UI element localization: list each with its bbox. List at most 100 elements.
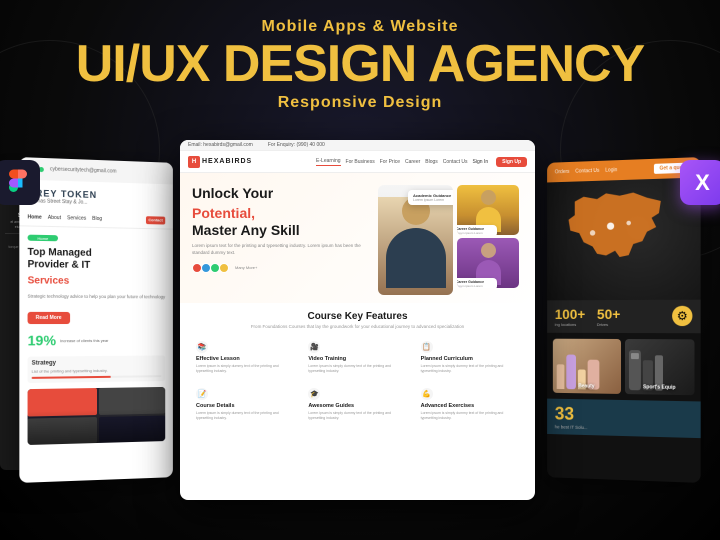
feature2-icon: 🎥 — [308, 341, 320, 353]
hero-img-yellow: Career Guidance Lorem ipsum Lorem — [457, 185, 519, 235]
hero-avatars: Many More+ — [192, 263, 368, 273]
feature1-text: Lorem ipsum is simply dummy text of the … — [196, 364, 294, 374]
left-nav-services-link[interactable]: Services — [67, 215, 86, 221]
feature-course-details: 📝 Course Details Lorem ipsum is simply d… — [192, 384, 298, 425]
feature3-icon: 📋 — [421, 341, 433, 353]
feature1-title: Effective Lesson — [196, 356, 294, 362]
product-beauty: Beauty — [553, 339, 621, 394]
stat1-number: 100+ — [555, 306, 585, 322]
hero-description: Lorem ipsum text for the printing and ty… — [192, 243, 368, 257]
feature6-icon: 💪 — [421, 388, 433, 400]
feature-video-training: 🎥 Video Training Lorem ipsum is simply d… — [304, 337, 410, 378]
feature5-icon: 🎓 — [308, 388, 320, 400]
stat2: 50+ Drives — [597, 306, 620, 327]
left-contact-btn[interactable]: Contact — [148, 217, 162, 222]
sports-label: Sport's Equip — [624, 384, 694, 391]
strategy-text: List of the printing and typesetting ind… — [32, 368, 162, 375]
nav-for-price[interactable]: For Price — [380, 159, 400, 165]
feature3-title: Planned Curriculum — [421, 356, 519, 362]
left-nav-about[interactable]: About — [48, 214, 61, 220]
feature-awesome-guides: 🎓 Awesome Guides Lorem ipsum is simply d… — [304, 384, 410, 425]
x-badge: X — [680, 160, 720, 205]
features-section: Course Key Features From Foundations Cou… — [180, 303, 535, 433]
feature-advanced-exercises: 💪 Advanced Exercises Lorem ipsum is simp… — [417, 384, 523, 425]
feature6-text: Lorem ipsum is simply dummy text of the … — [421, 411, 519, 421]
center-hero: Unlock Your Potential, Master Any Skill … — [180, 173, 535, 303]
header-subtitle-bottom: Responsive Design — [0, 94, 720, 112]
feature5-title: Awesome Guides — [308, 403, 406, 409]
home-badge: Home — [28, 235, 58, 242]
right-nav-contact[interactable]: Contact Us — [575, 168, 599, 175]
strategy-title: Strategy — [32, 360, 162, 367]
badge-career1-text: Lorem ipsum Lorem — [457, 231, 493, 235]
feature3-text: Lorem ipsum is simply dummy text of the … — [421, 364, 519, 374]
screen-left: cybersecuritytech@gmail.com GREY TOKEN ●… — [19, 157, 173, 483]
nav-signin[interactable]: Sign In — [473, 159, 489, 165]
left-nav-blog[interactable]: Blog — [92, 215, 102, 221]
beauty-label: Beauty — [553, 383, 621, 390]
screens-container: ● ● ● One-Stop Solution For Se... el ame… — [0, 140, 720, 540]
left-screen-image — [28, 387, 166, 445]
center-nav-links: E-Learning For Business For Price Career… — [316, 157, 527, 167]
logo-text: HEXABIRDS — [202, 158, 252, 165]
features-sub: From Foundations Courses that lay the gr… — [192, 324, 523, 329]
nav-for-business[interactable]: For Business — [346, 159, 375, 165]
feature-effective-lesson: 📚 Effective Lesson Lorem ipsum is simply… — [192, 337, 298, 378]
left-description: Strategic technology advice to help you … — [28, 294, 166, 301]
badge-career2-text: Lorem ipsum Lorem — [457, 284, 493, 288]
avatar-4 — [219, 263, 229, 273]
stat-label: Increase of clients this year — [60, 338, 108, 343]
feature4-icon: 📝 — [196, 388, 208, 400]
feature6-title: Advanced Exercises — [421, 403, 519, 409]
email-bar: Email: hexabirds@gmail.com For Enquiry: … — [180, 140, 535, 151]
screen-right: Orders Contact Us Login Get a quote 100+… — [547, 157, 701, 483]
hero-title3: Master Any Skill — [192, 222, 368, 239]
hero-img-purple: Career Guidance Lorem ipsum Lorem — [457, 238, 519, 288]
products-row: Beauty Sport's Equip — [547, 333, 701, 402]
nav-contact[interactable]: Contact Us — [443, 159, 468, 165]
header-subtitle-top: Mobile Apps & Website — [0, 18, 720, 36]
feature4-text: Lorem ipsum is simply dummy text of the … — [196, 411, 294, 421]
left-nav-home[interactable]: Home — [28, 214, 42, 220]
left-screen-content: Home Top Managed Provider & IT Services … — [19, 226, 173, 454]
right-bottom-badge: 33 he best IT Solu... — [547, 399, 701, 439]
enquiry-text: For Enquiry: (990) 40 000 — [268, 142, 325, 148]
map-area — [547, 177, 701, 300]
strategy-box: Strategy List of the printing and typese… — [28, 356, 166, 384]
stat-number: 19% — [28, 332, 56, 348]
screen-center: Email: hexabirds@gmail.com For Enquiry: … — [180, 140, 535, 500]
nav-elearning[interactable]: E-Learning — [316, 158, 340, 166]
left-screen-header: GREY TOKEN ● Jonas Street Stay & Jo... — [19, 179, 173, 211]
feature2-title: Video Training — [308, 356, 406, 362]
feature-planned-curriculum: 📋 Planned Curriculum Lorem ipsum is simp… — [417, 337, 523, 378]
right-nav-login[interactable]: Login — [605, 167, 617, 173]
hero-img-col: Career Guidance Lorem ipsum Lorem Career… — [457, 185, 519, 295]
nav-career[interactable]: Career — [405, 159, 420, 165]
left-stats: 19% Increase of clients this year — [28, 332, 166, 349]
hero-main-img: Academic Guidance Lorem ipsum Lorem — [378, 185, 453, 295]
feature5-text: Lorem ipsum is simply dummy text of the … — [308, 411, 406, 421]
figma-badge — [0, 160, 40, 205]
logo-icon: H — [188, 156, 200, 168]
right-nav-orders[interactable]: Orders — [555, 169, 570, 175]
feature2-text: Lorem ipsum is simply dummy text of the … — [308, 364, 406, 374]
product-sports: Sport's Equip — [624, 339, 694, 395]
read-more-btn[interactable]: Read More — [28, 312, 70, 324]
services-label: Services — [28, 275, 166, 288]
main-title: UI/UX DESIGN AGENCY — [0, 38, 720, 90]
stat1: 100+ ing locations — [555, 306, 585, 327]
stat2-number: 50+ — [597, 306, 620, 322]
left-title: Top Managed Provider & IT — [28, 247, 166, 273]
feature1-icon: 📚 — [196, 341, 208, 353]
stat1-label: ing locations — [555, 322, 585, 327]
hero-title-red: Potential, — [192, 205, 368, 222]
stat2-label: Drives — [597, 322, 620, 327]
badge-academic-text: Lorem ipsum Lorem — [413, 198, 453, 202]
features-title: Course Key Features — [192, 311, 523, 322]
hero-title: Unlock Your — [192, 185, 368, 202]
left-nav-url: cybersecuritytech@gmail.com — [50, 166, 117, 174]
nav-signup-btn[interactable]: Sign Up — [496, 157, 527, 167]
center-navbar: H HEXABIRDS E-Learning For Business For … — [180, 151, 535, 173]
email-text: Email: hexabirds@gmail.com — [188, 142, 253, 148]
nav-blogs[interactable]: Blogs — [425, 159, 438, 165]
